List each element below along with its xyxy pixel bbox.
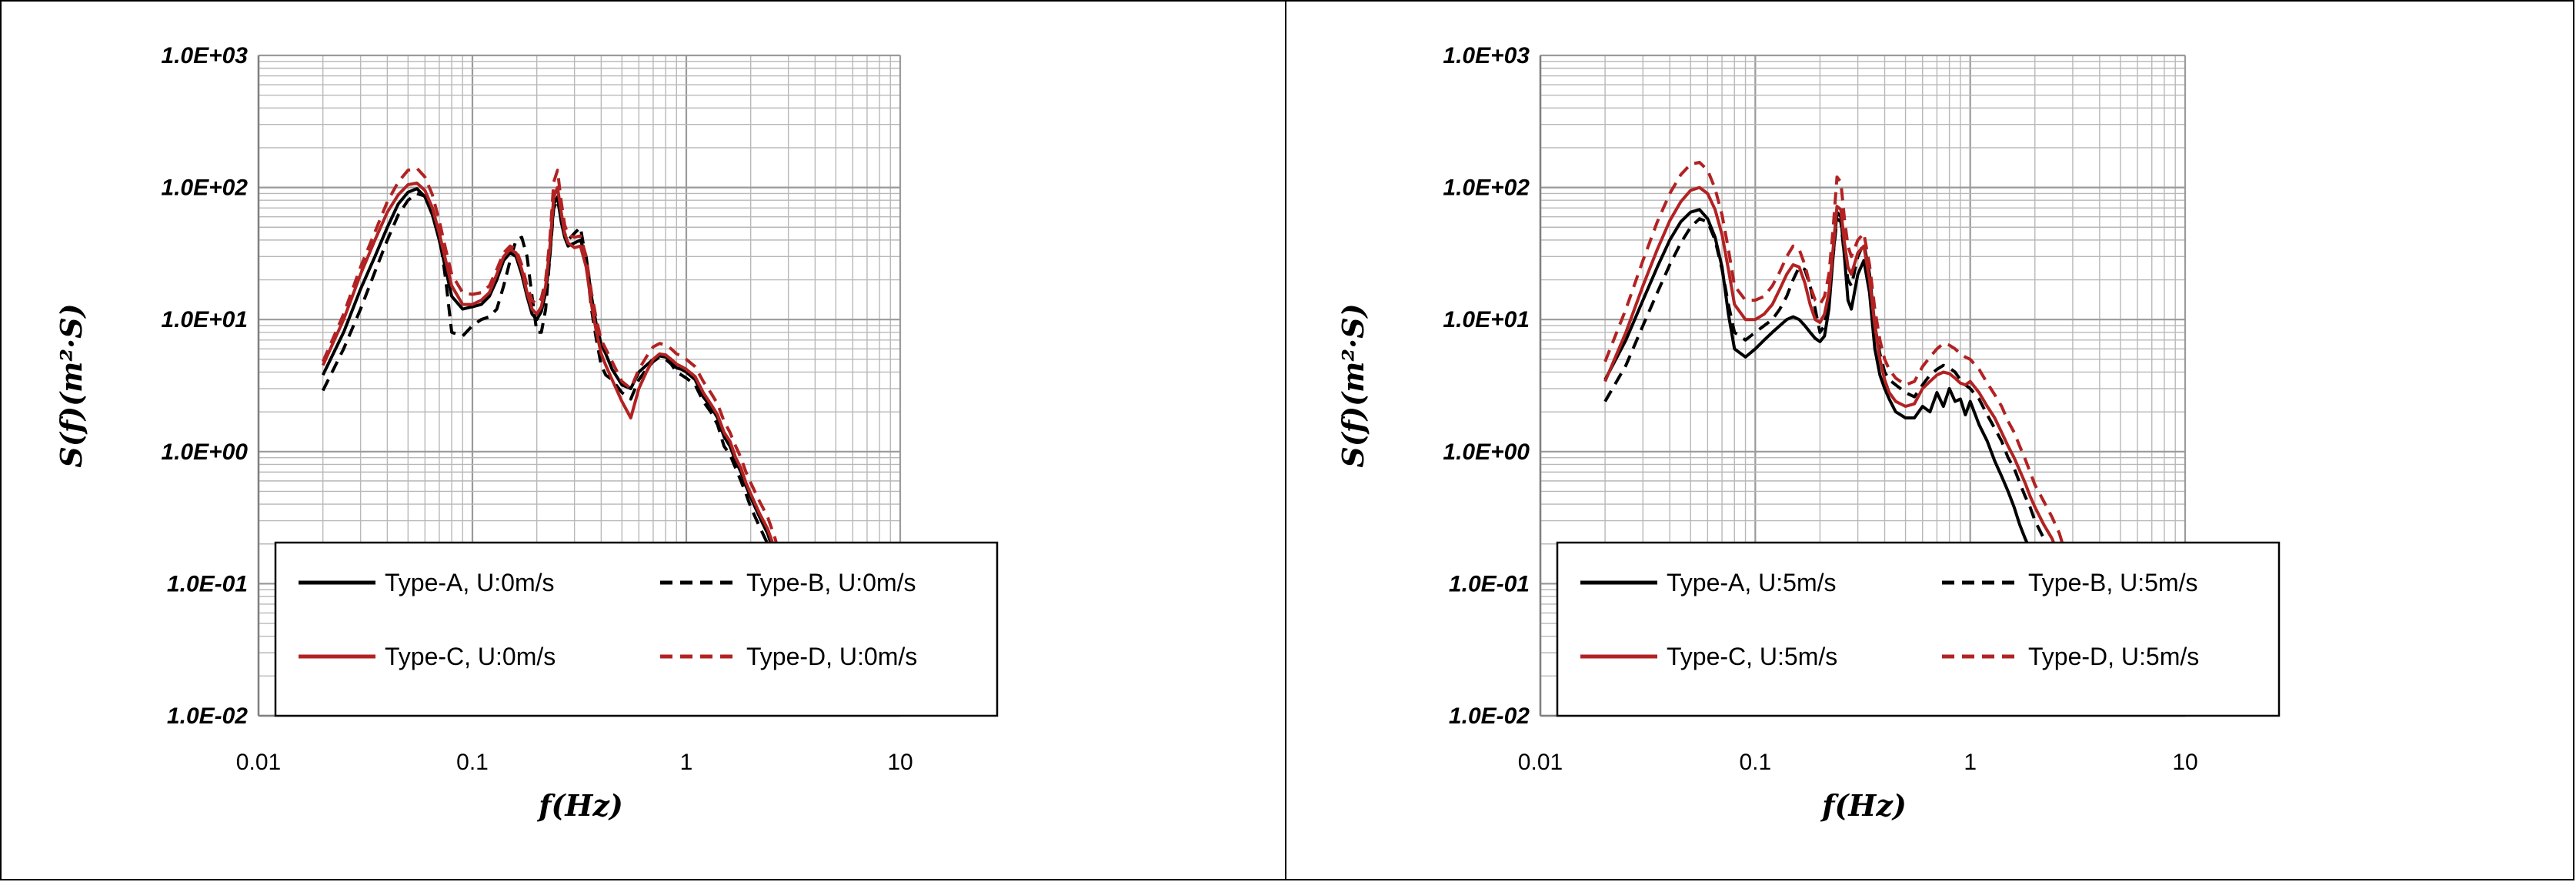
y-tick-label: 1.0E+01 bbox=[1443, 307, 1530, 332]
x-tick-label: 1 bbox=[680, 750, 693, 775]
chart-panel-right: 1.0E-02 1.0E-01 1.0E+00 1.0E+01 1.0E+02 1.0E+… bbox=[1285, 0, 2574, 880]
y-tick-label: 1.0E-02 bbox=[167, 703, 248, 729]
y-tick-label: 1.0E-01 bbox=[167, 571, 248, 596]
y-tick-label: 1.0E-01 bbox=[1449, 571, 1530, 596]
series-line-2 bbox=[1603, 217, 2068, 597]
series-line-2 bbox=[321, 192, 784, 590]
series-line-3 bbox=[321, 181, 784, 579]
y-tick-label: 1.0E+01 bbox=[161, 307, 248, 332]
x-tick-label: 0.01 bbox=[1518, 750, 1563, 775]
y-tick-label: 1.0E+00 bbox=[1443, 439, 1530, 465]
x-tick-label: 10 bbox=[2172, 750, 2197, 775]
spectrum-chart-right: 1.0E-02 1.0E-01 1.0E+00 1.0E+01 1.0E+02 1.0E+… bbox=[1336, 43, 2281, 823]
legend-label: Type-C, U:5m/s bbox=[1667, 643, 1837, 670]
chart-panel-left: 1.0E-02 1.0E-01 1.0E+00 1.0E+01 1.0E+02 1.0E+… bbox=[0, 0, 1286, 880]
y-tick-label: 1.0E+02 bbox=[1443, 175, 1530, 201]
legend: Type-A, U:5m/s Type-B, U:5m/s Type-C, U:5m… bbox=[1556, 541, 2281, 717]
legend-label: Type-A, U:5m/s bbox=[1667, 569, 1837, 596]
x-tick-label: 0.1 bbox=[1739, 750, 1771, 775]
x-axis-label: f(Hz) bbox=[1820, 788, 1907, 823]
x-axis-label: f(Hz) bbox=[536, 788, 623, 823]
y-tick-label: 1.0E+02 bbox=[161, 175, 248, 201]
x-tick-label: 0.1 bbox=[456, 750, 489, 775]
series-line-3 bbox=[1603, 185, 2068, 579]
series-line-1 bbox=[321, 187, 784, 584]
series-group bbox=[321, 166, 784, 590]
y-tick-label: 1.0E+00 bbox=[161, 439, 248, 465]
legend-label: Type-D, U:5m/s bbox=[2028, 643, 2199, 670]
x-tick-label: 0.01 bbox=[236, 750, 281, 775]
y-axis-label: S(f)(m²·S) bbox=[1336, 303, 1370, 467]
legend-label: Type-D, U:0m/s bbox=[746, 643, 917, 670]
y-tick-label: 1.0E+03 bbox=[161, 43, 248, 68]
legend-label: Type-B, U:0m/s bbox=[746, 569, 916, 596]
legend: Type-A, U:0m/s Type-B, U:0m/s Type-C, U:0m… bbox=[274, 541, 999, 717]
y-tick-label: 1.0E+03 bbox=[1443, 43, 1530, 68]
y-axis-label: S(f)(m²·S) bbox=[54, 303, 88, 467]
legend-label: Type-A, U:0m/s bbox=[385, 569, 555, 596]
spectrum-chart-left: 1.0E-02 1.0E-01 1.0E+00 1.0E+01 1.0E+02 1.0E+… bbox=[54, 43, 999, 823]
legend-label: Type-C, U:0m/s bbox=[385, 643, 556, 670]
x-tick-label: 1 bbox=[1964, 750, 1977, 775]
x-tick-label: 10 bbox=[887, 750, 913, 775]
y-tick-label: 1.0E-02 bbox=[1449, 703, 1530, 729]
legend-label: Type-B, U:5m/s bbox=[2028, 569, 2198, 596]
